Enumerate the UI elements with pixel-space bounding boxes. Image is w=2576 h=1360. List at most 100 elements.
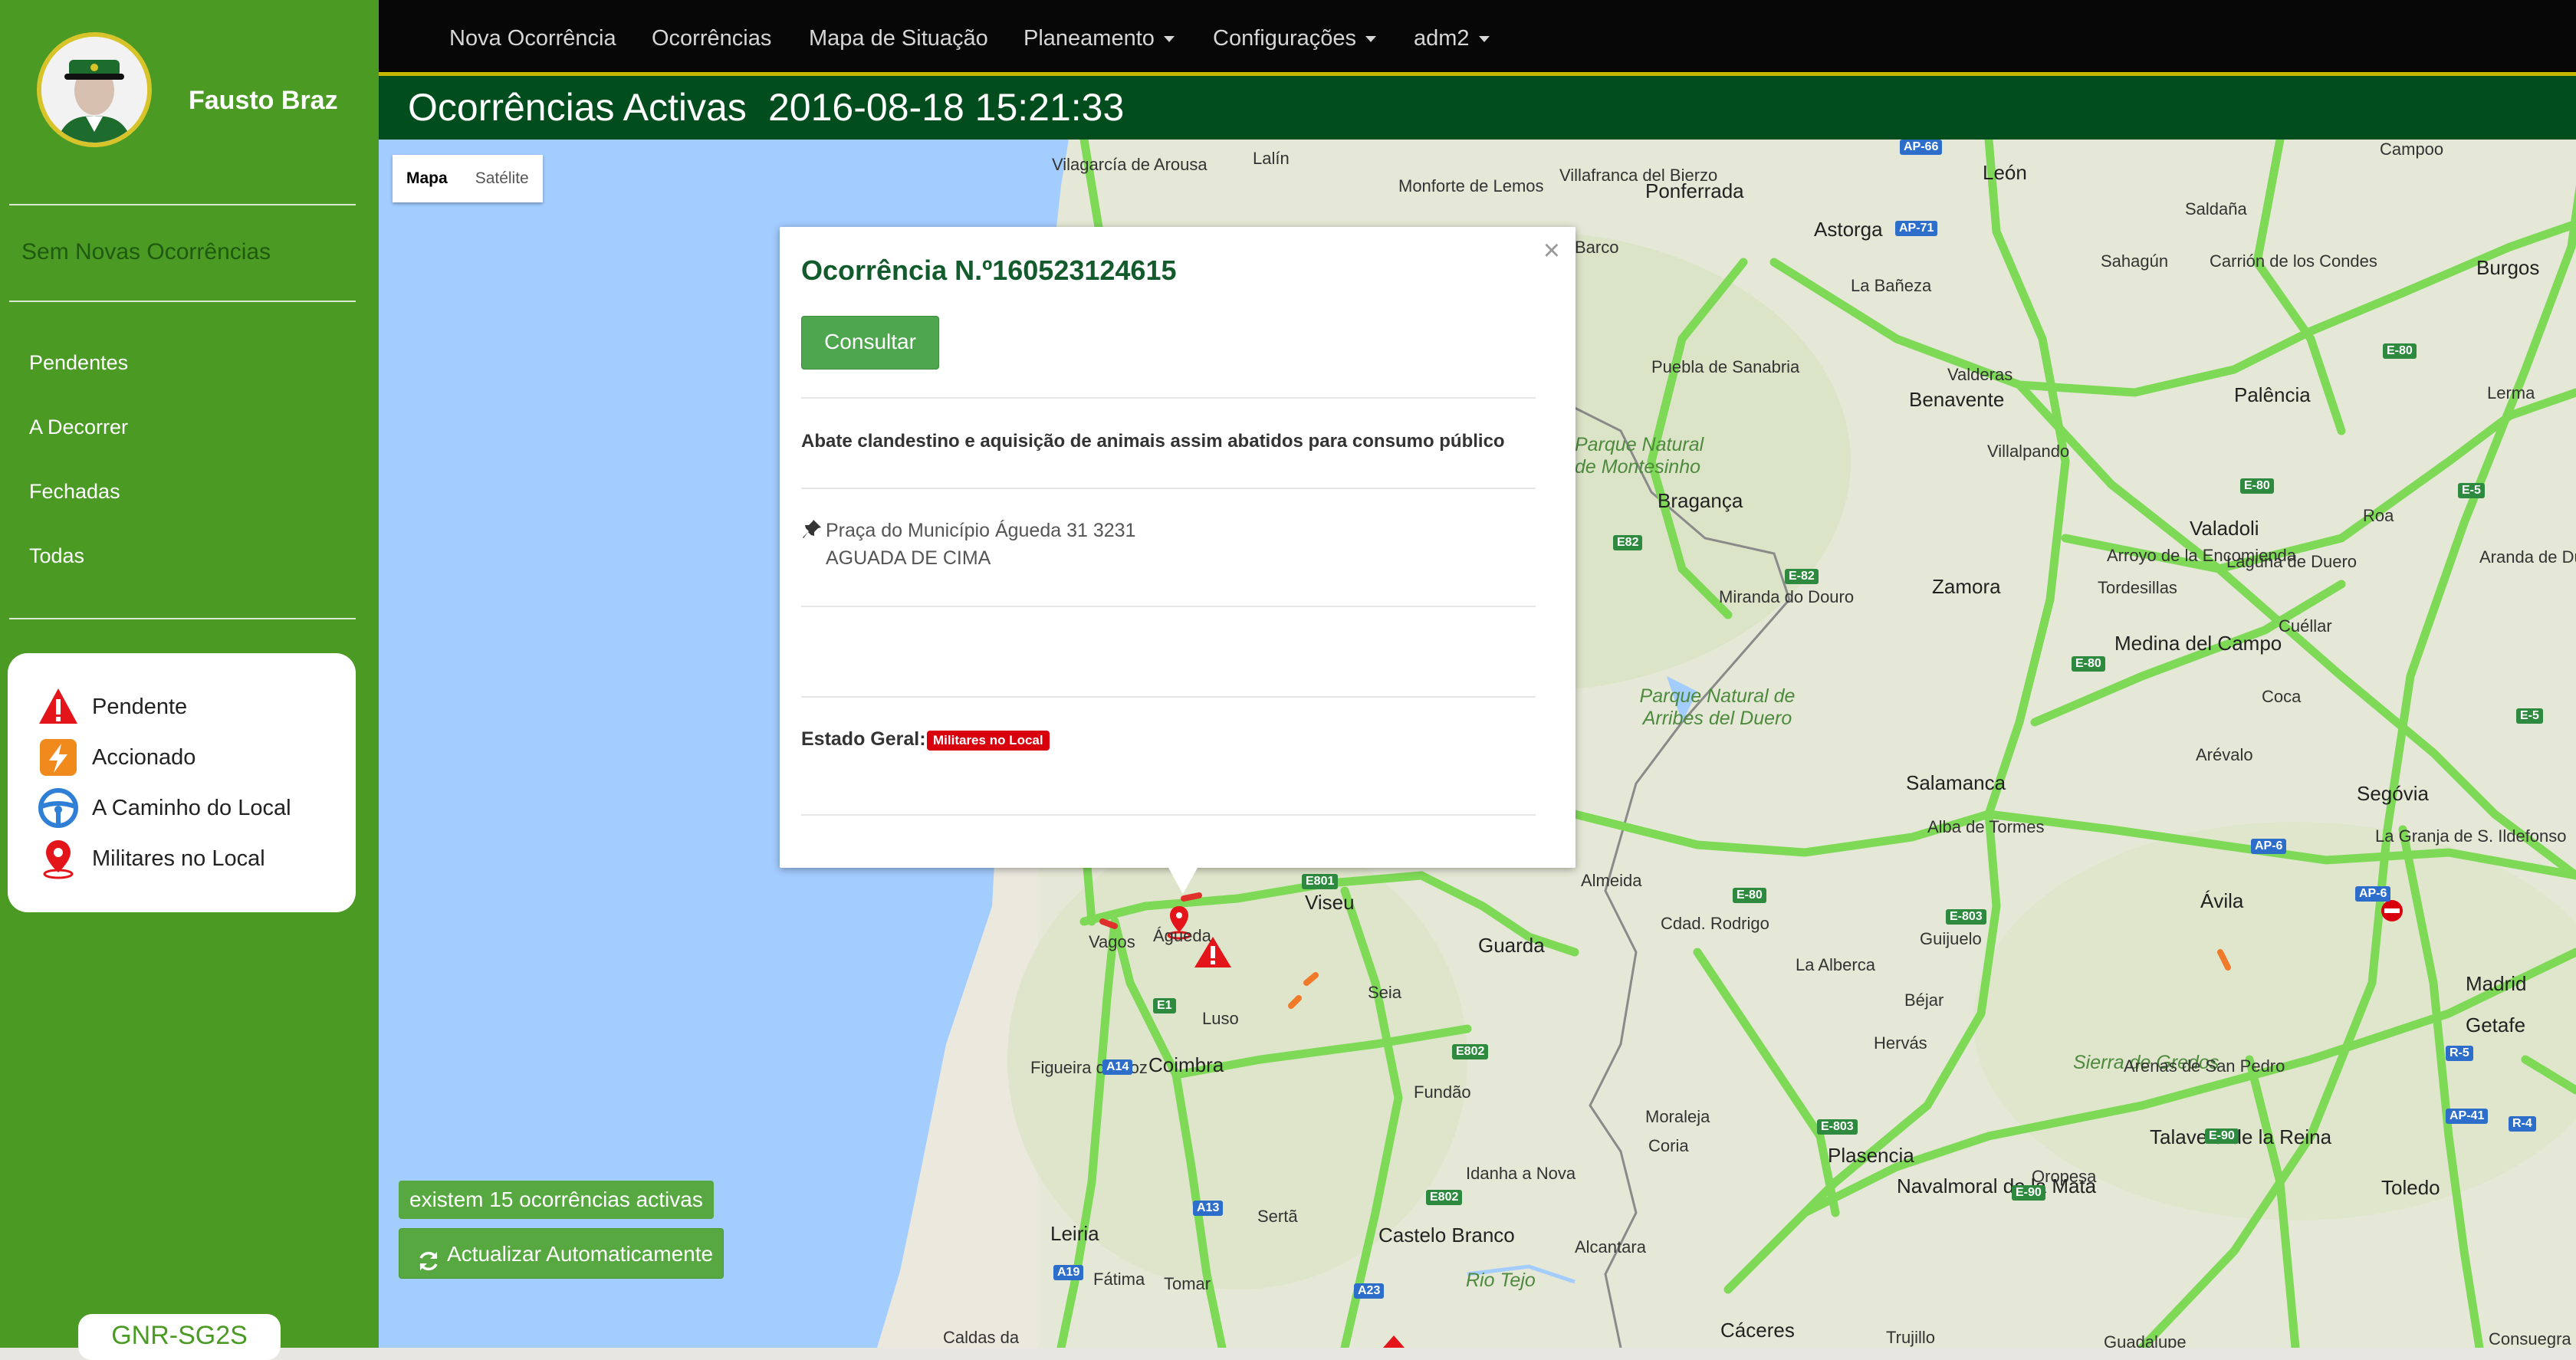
active-occurrences-count: existem 15 ocorrências activas	[399, 1181, 714, 1219]
nav-label: adm2	[1414, 26, 1470, 51]
road-tag: E-80	[2240, 478, 2274, 494]
nav-nova-ocorrencia[interactable]: Nova Ocorrência	[449, 26, 616, 51]
map-label: Águeda	[1153, 926, 1211, 945]
map-label: La Bañeza	[1851, 276, 1932, 295]
map-label: Benavente	[1909, 388, 2005, 411]
map-label: Tordesillas	[2098, 578, 2177, 597]
map-label: León	[1983, 161, 2027, 184]
sidebar-link-fechadas[interactable]: Fechadas	[29, 480, 120, 504]
sidebar-link-a-decorrer[interactable]: A Decorrer	[29, 416, 128, 439]
map-type-map-button[interactable]: Mapa	[393, 155, 462, 202]
map-label: Hervás	[1874, 1033, 1927, 1053]
sidebar-divider	[9, 618, 356, 619]
map-label: Roa	[2363, 506, 2394, 525]
status-label: Estado Geral:	[801, 728, 926, 750]
legend-label: Militares no Local	[92, 846, 265, 871]
map-label: Burgos	[2476, 256, 2540, 279]
nav-planeamento[interactable]: Planeamento	[1024, 26, 1175, 51]
map-label: Bragança	[1658, 489, 1743, 512]
map-label: Fátima	[1093, 1270, 1145, 1289]
map-label: Vagos	[1089, 932, 1135, 951]
road-tag: E-803	[1817, 1119, 1858, 1135]
map-label: Lalín	[1253, 149, 1290, 168]
map-label: Trujillo	[1886, 1328, 1935, 1347]
map-label: Parque Natural de Arribes del Duero	[1639, 685, 1796, 729]
map-type-satellite-button[interactable]: Satélite	[462, 155, 543, 202]
map-label: Ponferrada	[1645, 179, 1744, 202]
map-label: Castelo Branco	[1378, 1224, 1515, 1247]
map-label: Laguna de Duero	[2226, 552, 2358, 571]
occurrence-address-line1: Praça do Município Águeda 31 3231	[826, 520, 1136, 541]
legend-item-accionado: Accionado	[37, 736, 196, 779]
nav-ocorrencias[interactable]: Ocorrências	[652, 26, 771, 51]
map-label: Rio Tejo	[1466, 1270, 1536, 1291]
top-navbar: Nova Ocorrência Ocorrências Mapa de Situ…	[379, 0, 2576, 76]
map-label: Madrid	[2466, 972, 2527, 995]
map-label: Navalmoral de la Mata	[1897, 1174, 2097, 1197]
sidebar-link-pendentes[interactable]: Pendentes	[29, 351, 128, 375]
road-tag: E-80	[1733, 888, 1766, 903]
road-tag: R-4	[2509, 1116, 2536, 1132]
nav-configuracoes[interactable]: Configurações	[1213, 26, 1376, 51]
auto-refresh-button[interactable]: Actualizar Automaticamente	[399, 1228, 724, 1279]
warning-triangle-icon	[37, 685, 80, 728]
nav-mapa-de-situacao[interactable]: Mapa de Situação	[809, 26, 988, 51]
map-label: Coimbra	[1148, 1053, 1224, 1076]
map-label: Valadoli	[2190, 517, 2259, 540]
road-tag: E-90	[2205, 1128, 2239, 1144]
location-pin-icon	[37, 837, 80, 880]
map-label: Alcantara	[1575, 1237, 1646, 1257]
map-label: Luso	[1202, 1009, 1239, 1028]
map-label: Guadalupe	[2104, 1332, 2187, 1348]
close-icon[interactable]: ×	[1543, 235, 1560, 268]
lightning-icon	[37, 736, 80, 779]
road-tag: A14	[1102, 1059, 1133, 1075]
map-label: Segóvia	[2357, 782, 2429, 805]
page-title: Ocorrências Activas	[408, 86, 747, 129]
map-label: Coca	[2262, 687, 2302, 706]
page-header: Ocorrências Activas 2016-08-18 15:21:33	[379, 76, 2576, 140]
road-tag: E82	[1613, 535, 1643, 550]
road-tag: E-80	[2383, 343, 2417, 359]
map-label: Arenas de San Pedro	[2124, 1056, 2285, 1076]
road-tag: A19	[1053, 1265, 1084, 1280]
nav-user-menu[interactable]: adm2	[1414, 26, 1490, 51]
map-label: Miranda do Douro	[1719, 587, 1855, 606]
map-label: Tomar	[1164, 1274, 1211, 1293]
map-label: Cuéllar	[2279, 616, 2332, 636]
caret-down-icon	[1163, 36, 1175, 43]
popup-divider	[801, 397, 1536, 399]
map-label: Plasencia	[1828, 1144, 1914, 1167]
legend-label: A Caminho do Local	[92, 795, 291, 820]
map-label: Zamora	[1932, 575, 2001, 598]
map-label: Vilagarcía de Arousa	[1052, 155, 1208, 174]
sidebar-divider	[9, 204, 356, 205]
map-label: Saldaña	[2185, 199, 2247, 218]
map-label: Medina del Campo	[2114, 632, 2282, 655]
refresh-icon	[416, 1241, 441, 1271]
map-label: Parque Natural de Montesinho	[1575, 434, 1704, 478]
road-tag: E1	[1153, 998, 1176, 1013]
map-label: Astorga	[1814, 218, 1883, 241]
road-tag: E802	[1452, 1044, 1489, 1059]
legend-label: Accionado	[92, 744, 196, 770]
no-new-occurrences-text: Sem Novas Ocorrências	[21, 239, 271, 264]
road-tag: AP-71	[1895, 221, 1938, 236]
road-tag: E-80	[2072, 656, 2105, 672]
status-legend: Pendente Accionado A Caminho do Local Mi…	[8, 653, 356, 912]
road-tag: E-5	[2516, 708, 2543, 724]
map-label: Viseu	[1305, 891, 1355, 914]
consultar-button[interactable]: Consultar	[801, 316, 939, 370]
nav-label: Planeamento	[1024, 26, 1155, 51]
legend-item-militares-no-local: Militares no Local	[37, 837, 265, 880]
map-label: Getafe	[2466, 1013, 2526, 1036]
map-label: Caldas da	[943, 1328, 1020, 1347]
road-tag: AP-6	[2251, 839, 2287, 854]
username: Fausto Braz	[189, 86, 338, 115]
map-label: Alba de Tormes	[1927, 817, 2045, 836]
road-tag: E-90	[2012, 1185, 2045, 1201]
map-label: Carrión de los Condes	[2210, 251, 2377, 271]
road-tag: E802	[1426, 1190, 1463, 1205]
road-tag: E-5	[2458, 483, 2485, 498]
sidebar-link-todas[interactable]: Todas	[29, 544, 84, 568]
